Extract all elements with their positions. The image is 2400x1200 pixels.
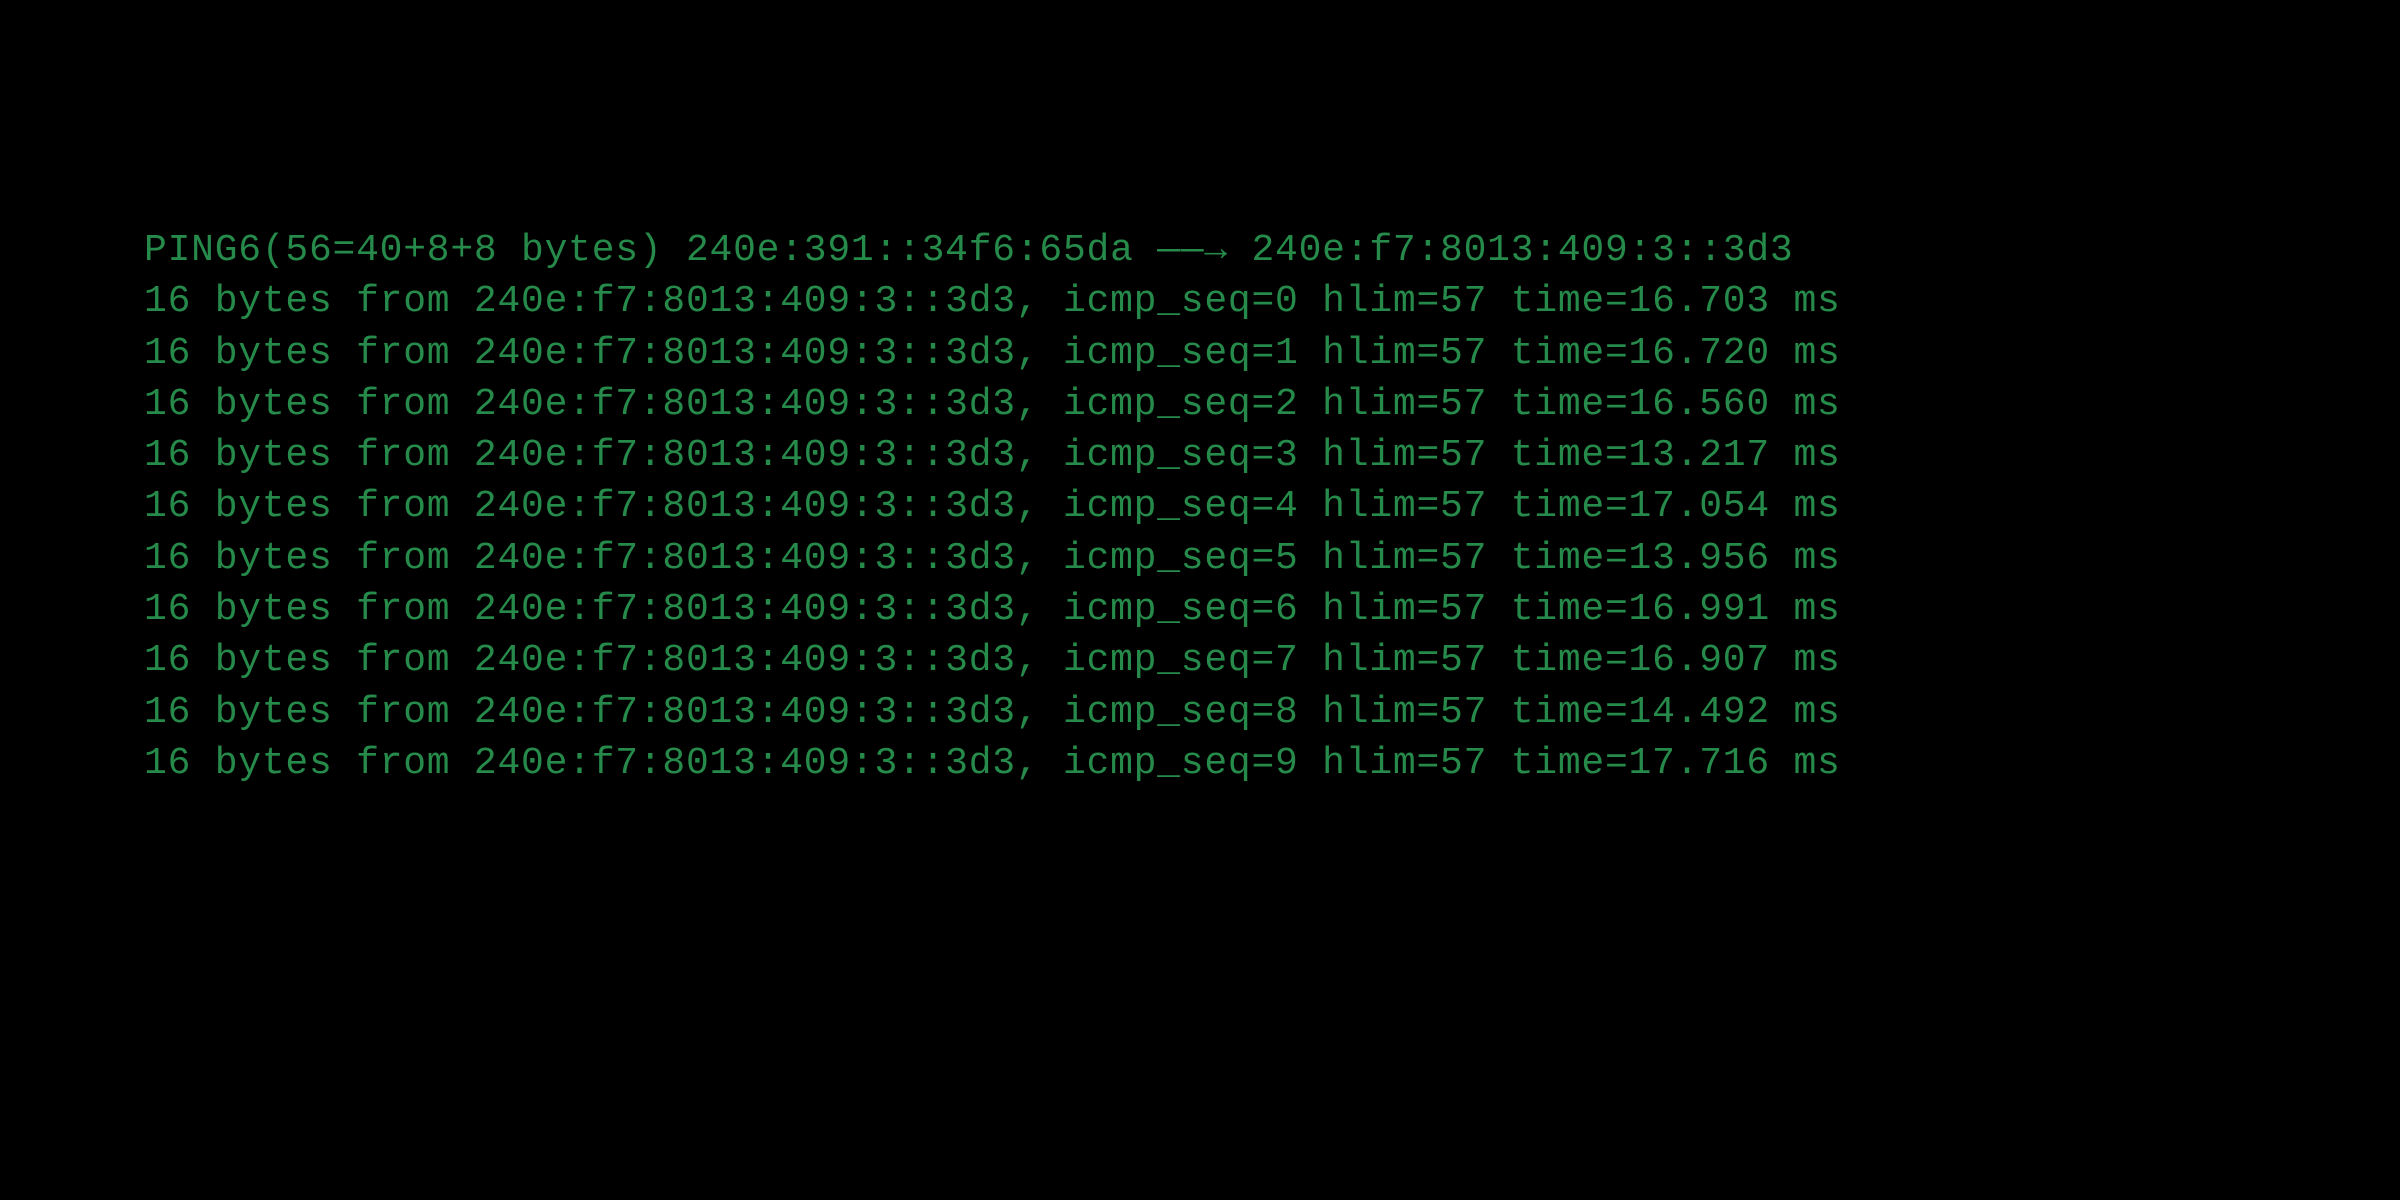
ping-reply-line: 16 bytes from 240e:f7:8013:409:3::3d3, i… (144, 481, 2400, 532)
ping-reply-line: 16 bytes from 240e:f7:8013:409:3::3d3, i… (144, 584, 2400, 635)
ping-reply-line: 16 bytes from 240e:f7:8013:409:3::3d3, i… (144, 738, 2400, 789)
ping-header-line: PING6(56=40+8+8 bytes) 240e:391::34f6:65… (144, 225, 2400, 276)
ping-reply-line: 16 bytes from 240e:f7:8013:409:3::3d3, i… (144, 276, 2400, 327)
ping-reply-line: 16 bytes from 240e:f7:8013:409:3::3d3, i… (144, 379, 2400, 430)
ping-reply-line: 16 bytes from 240e:f7:8013:409:3::3d3, i… (144, 533, 2400, 584)
ping-reply-line: 16 bytes from 240e:f7:8013:409:3::3d3, i… (144, 687, 2400, 738)
ping-reply-line: 16 bytes from 240e:f7:8013:409:3::3d3, i… (144, 635, 2400, 686)
terminal-output: PING6(56=40+8+8 bytes) 240e:391::34f6:65… (0, 0, 2400, 789)
ping-reply-line: 16 bytes from 240e:f7:8013:409:3::3d3, i… (144, 430, 2400, 481)
ping-reply-line: 16 bytes from 240e:f7:8013:409:3::3d3, i… (144, 328, 2400, 379)
